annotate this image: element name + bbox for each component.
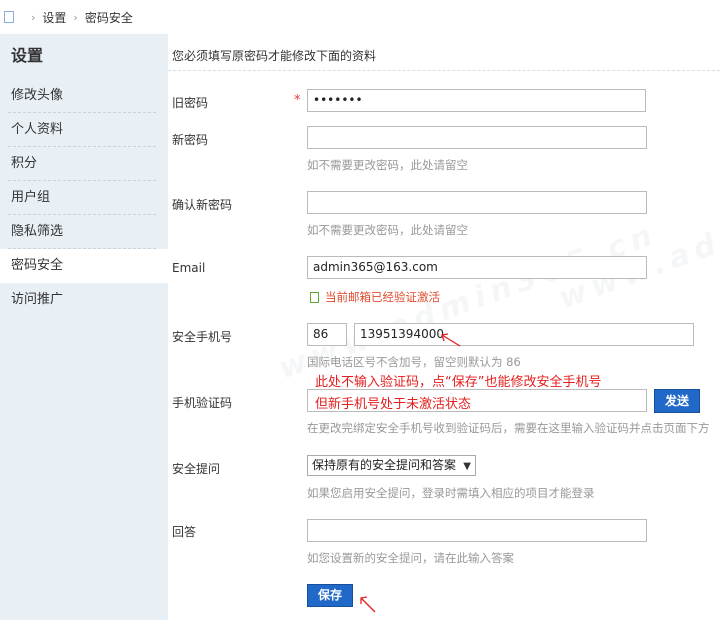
verify-code-hint: 在更改完绑定安全手机号收到验证码后，需要在这里输入验证码并点击页面下方 (307, 421, 710, 435)
answer-hint: 如您设置新的安全提问，请在此输入答案 (307, 551, 514, 565)
settings-form: www.admin365.cn www.admin365.cn 您必须填写原密码… (168, 34, 720, 620)
confirm-password-label: 确认新密码 (172, 198, 233, 212)
country-code-input[interactable]: 86 (307, 323, 347, 346)
sidebar: 设置 修改头像 个人资料 积分 用户组 隐私筛选 密码安全 访问推广 (0, 34, 168, 620)
security-question-value: 保持原有的安全提问和答案 (312, 458, 457, 472)
breadcrumb-settings[interactable]: 设置 (42, 9, 66, 26)
new-password-label: 新密码 (172, 133, 209, 147)
old-password-label: 旧密码 (172, 96, 209, 110)
email-label: Email (172, 261, 206, 275)
sidebar-title: 设置 (11, 46, 44, 65)
new-password-hint: 如不需要更改密码，此处请留空 (307, 158, 468, 172)
phone-hint: 国际电话区号不含加号，留空则默认为 86 (307, 355, 521, 369)
chevron-right-icon: › (73, 10, 78, 24)
phone-number-input[interactable]: 13951394000 (354, 323, 694, 346)
verify-code-label: 手机验证码 (172, 396, 233, 410)
phone-label: 安全手机号 (172, 330, 233, 344)
security-question-label: 安全提问 (172, 462, 221, 476)
chevron-right-icon: › (31, 10, 36, 24)
security-question-select[interactable]: 保持原有的安全提问和答案 ▼ (307, 455, 476, 476)
home-icon[interactable] (4, 11, 14, 23)
breadcrumb: › 设置 › 密码安全 (0, 0, 720, 34)
sidebar-item-credits[interactable]: 积分 (0, 147, 168, 181)
sidebar-item-usergroup[interactable]: 用户组 (0, 181, 168, 215)
verified-icon (310, 291, 319, 303)
chevron-down-icon: ▼ (463, 461, 471, 472)
form-notice: 您必须填写原密码才能修改下面的资料 (172, 49, 377, 63)
security-question-hint: 如果您启用安全提问，登录时需填入相应的项目才能登录 (307, 486, 595, 500)
answer-label: 回答 (172, 525, 197, 539)
sidebar-menu: 修改头像 个人资料 积分 用户组 隐私筛选 密码安全 访问推广 (0, 78, 168, 317)
send-code-button[interactable]: 发送 (654, 389, 700, 413)
email-field[interactable]: admin365@163.com (307, 256, 647, 279)
watermark: www.admin365.cn (554, 146, 720, 317)
save-button[interactable]: 保存 (307, 584, 353, 607)
annotation-arrow-icon (360, 596, 376, 613)
email-status-text: 当前邮箱已经验证激活 (325, 290, 440, 304)
confirm-password-input[interactable] (307, 191, 647, 214)
breadcrumb-password-security[interactable]: 密码安全 (85, 9, 133, 26)
confirm-password-hint: 如不需要更改密码，此处请留空 (307, 223, 468, 237)
sidebar-item-avatar[interactable]: 修改头像 (0, 79, 168, 113)
annotation-arrow-icon (441, 333, 461, 347)
required-mark: * (294, 93, 301, 108)
old-password-input[interactable]: ••••••• (307, 89, 646, 112)
new-password-input[interactable] (307, 126, 647, 149)
annotation-note-1: 此处不输入验证码，点“保存”也能修改安全手机号 (315, 375, 602, 390)
sidebar-item-privacy[interactable]: 隐私筛选 (0, 215, 168, 249)
email-status: 当前邮箱已经验证激活 (307, 289, 440, 305)
annotation-note-2: 但新手机号处于未激活状态 (315, 397, 472, 412)
answer-input[interactable] (307, 519, 647, 542)
sidebar-item-profile[interactable]: 个人资料 (0, 113, 168, 147)
sidebar-item-promotion[interactable]: 访问推广 (0, 283, 168, 317)
sidebar-item-password-security[interactable]: 密码安全 (0, 249, 168, 283)
divider (168, 70, 720, 71)
